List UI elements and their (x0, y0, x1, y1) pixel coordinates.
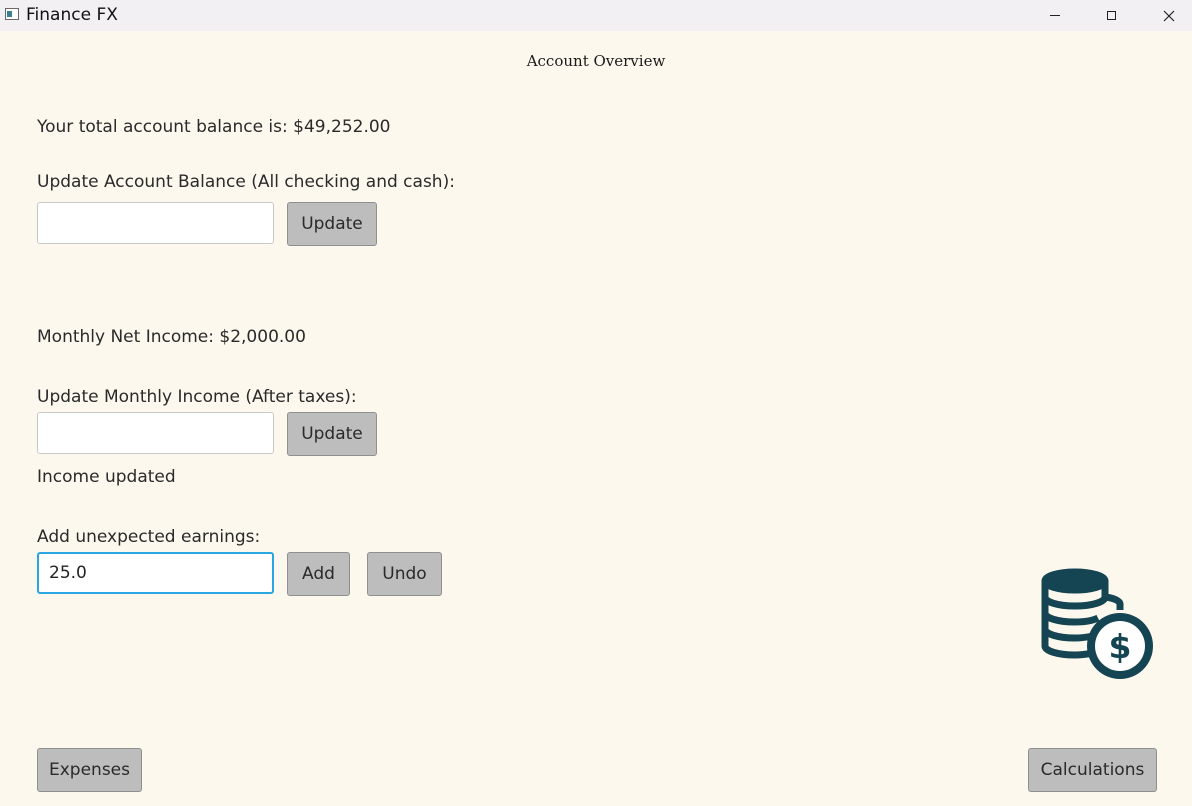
coins-dollar-icon: $ (1041, 568, 1153, 679)
svg-text:$: $ (1109, 627, 1132, 666)
income-input[interactable] (37, 412, 274, 454)
minimize-button[interactable] (1032, 0, 1078, 31)
close-button[interactable] (1146, 0, 1192, 31)
update-balance-button[interactable]: Update (287, 202, 377, 246)
balance-input[interactable] (37, 202, 274, 244)
page-title: Account Overview (526, 52, 666, 70)
maximize-button[interactable] (1088, 0, 1134, 31)
title-bar: Finance FX (0, 0, 1192, 31)
calculations-button[interactable]: Calculations (1028, 748, 1157, 792)
unexpected-earnings-label: Add unexpected earnings: (37, 527, 261, 547)
app-icon (5, 8, 19, 20)
update-balance-label: Update Account Balance (All checking and… (37, 172, 455, 192)
account-balance-text: Your total account balance is: $49,252.0… (37, 117, 391, 137)
window-title: Finance FX (26, 5, 118, 25)
update-income-button[interactable]: Update (287, 412, 377, 456)
expenses-button[interactable]: Expenses (37, 748, 142, 792)
undo-button[interactable]: Undo (367, 552, 442, 596)
monthly-income-text: Monthly Net Income: $2,000.00 (37, 327, 306, 347)
maximize-icon (1106, 11, 1116, 20)
close-icon (1163, 10, 1175, 21)
minimize-icon (1050, 15, 1060, 16)
add-earnings-button[interactable]: Add (287, 552, 350, 596)
earnings-input[interactable] (37, 552, 274, 594)
income-status-text: Income updated (37, 467, 176, 487)
update-income-label: Update Monthly Income (After taxes): (37, 387, 357, 407)
